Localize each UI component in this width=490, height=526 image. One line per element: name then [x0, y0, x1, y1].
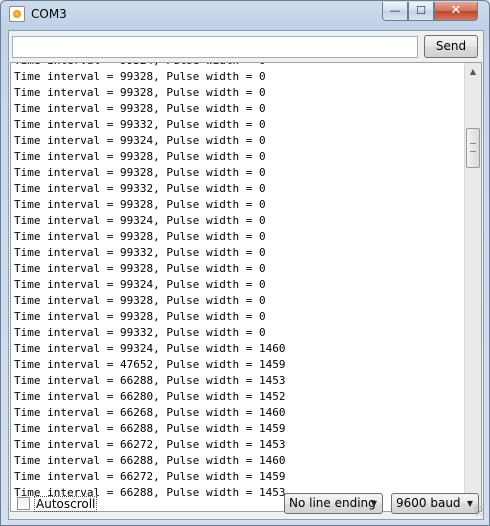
- resize-grip-icon[interactable]: [474, 506, 484, 516]
- output-line: Time interval = 99328, Pulse width = 0: [14, 230, 266, 243]
- baud-rate-select[interactable]: 9600 baud ▼: [391, 493, 479, 514]
- autoscroll-label[interactable]: Autoscroll: [34, 496, 98, 512]
- close-button[interactable]: ✕: [434, 2, 478, 21]
- chevron-down-icon: ▼: [370, 499, 377, 508]
- minimize-button[interactable]: —: [382, 2, 408, 21]
- output-line: Time interval = 99324, Pulse width = 0: [14, 63, 286, 69]
- output-line: Time interval = 66288, Pulse width = 146…: [14, 454, 286, 467]
- maximize-button[interactable]: ☐: [408, 2, 434, 21]
- send-input[interactable]: [12, 36, 418, 58]
- scroll-thumb[interactable]: [466, 128, 480, 168]
- output-line: Time interval = 99324, Pulse width = 0: [14, 278, 266, 291]
- bottom-bar: Autoscroll No line ending ▼ 9600 baud ▼: [9, 487, 485, 517]
- output-line: Time interval = 99328, Pulse width = 0: [14, 294, 266, 307]
- vertical-scrollbar[interactable]: ▲ ▼: [464, 63, 481, 511]
- output-line: Time interval = 66288, Pulse width = 145…: [14, 374, 286, 387]
- scroll-up-icon[interactable]: ▲: [465, 63, 481, 80]
- output-line: Time interval = 66268, Pulse width = 146…: [14, 406, 286, 419]
- output-line: Time interval = 47652, Pulse width = 145…: [14, 358, 286, 371]
- output-line: Time interval = 99328, Pulse width = 0: [14, 198, 266, 211]
- line-ending-value: No line ending: [289, 496, 376, 510]
- autoscroll-checkbox[interactable]: [17, 497, 30, 510]
- output-line: Time interval = 66288, Pulse width = 145…: [14, 422, 286, 435]
- client-area: Send Time interval = 99324, Pulse width …: [8, 30, 484, 520]
- output-line: Time interval = 99332, Pulse width = 0: [14, 326, 266, 339]
- output-line: Time interval = 99324, Pulse width = 146…: [14, 342, 286, 355]
- output-line: Time interval = 66272, Pulse width = 145…: [14, 470, 286, 483]
- output-line: Time interval = 99328, Pulse width = 0: [14, 150, 266, 163]
- output-line: Time interval = 99328, Pulse width = 0: [14, 102, 266, 115]
- send-button[interactable]: Send: [424, 35, 478, 58]
- line-ending-select[interactable]: No line ending ▼: [284, 493, 383, 514]
- output-line: Time interval = 99332, Pulse width = 0: [14, 182, 266, 195]
- arduino-app-icon: [9, 6, 25, 22]
- output-line: Time interval = 99328, Pulse width = 0: [14, 310, 266, 323]
- output-line: Time interval = 99328, Pulse width = 0: [14, 262, 266, 275]
- output-text: Time interval = 99324, Pulse width = 0Ti…: [14, 63, 286, 501]
- serial-monitor-window: COM3 — ☐ ✕ Send Time interval = 99324, P…: [0, 0, 490, 526]
- output-line: Time interval = 99328, Pulse width = 0: [14, 166, 266, 179]
- output-line: Time interval = 66272, Pulse width = 145…: [14, 438, 286, 451]
- baud-rate-value: 9600 baud: [396, 496, 461, 510]
- output-line: Time interval = 99332, Pulse width = 0: [14, 118, 266, 131]
- window-title: COM3: [31, 7, 67, 21]
- output-line: Time interval = 66280, Pulse width = 145…: [14, 390, 286, 403]
- output-line: Time interval = 99324, Pulse width = 0: [14, 214, 266, 227]
- chevron-down-icon: ▼: [466, 499, 473, 508]
- output-line: Time interval = 99328, Pulse width = 0: [14, 70, 266, 83]
- output-line: Time interval = 99324, Pulse width = 0: [14, 134, 266, 147]
- serial-output[interactable]: Time interval = 99324, Pulse width = 0Ti…: [10, 62, 482, 512]
- output-line: Time interval = 99328, Pulse width = 0: [14, 86, 266, 99]
- output-line: Time interval = 99332, Pulse width = 0: [14, 246, 266, 259]
- title-bar[interactable]: COM3 — ☐ ✕: [1, 1, 489, 29]
